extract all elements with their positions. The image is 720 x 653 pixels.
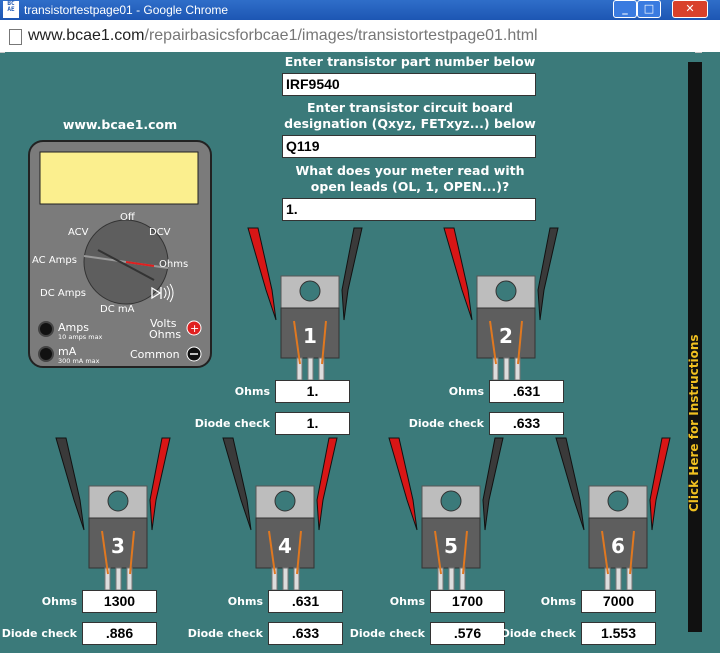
close-button[interactable]: ✕ — [672, 0, 708, 18]
transistor-4: 4 — [222, 437, 338, 591]
open-leads-label: What does your meter read with open lead… — [295, 163, 525, 194]
url-text[interactable]: www.bcae1.com/repairbasicsforbcae1/image… — [28, 27, 538, 45]
ohms-jack-label: Ohms — [149, 328, 181, 341]
ohms-input-5[interactable]: 1700 — [430, 590, 505, 613]
transistor-number: 6 — [611, 534, 625, 558]
ohms-input-3[interactable]: 1300 — [82, 590, 157, 613]
diode-check-label: Diode check — [349, 627, 425, 640]
common-label: Common — [130, 348, 180, 361]
ohms-input-1[interactable]: 1. — [275, 380, 350, 403]
ohms-input-4[interactable]: .631 — [268, 590, 343, 613]
transistor-number: 1 — [303, 324, 317, 348]
dial-dc-ma: DC mA — [100, 304, 135, 315]
diode-input-5[interactable]: .576 — [430, 622, 505, 645]
transistor-number: 5 — [444, 534, 458, 558]
app-icon: BC AE — [3, 1, 19, 18]
page-icon — [9, 29, 22, 45]
window-titlebar: BC AE transistortestpage01 - Google Chrom… — [0, 0, 720, 20]
svg-text:+: + — [190, 322, 199, 335]
page-edge — [702, 52, 720, 653]
diode-check-label: Diode check — [408, 417, 484, 430]
transistor-6: 6 — [555, 437, 671, 591]
minimize-button[interactable]: _ — [613, 0, 637, 18]
transistor-3: 3 — [55, 437, 171, 591]
ohms-label: Ohms — [448, 385, 484, 398]
site-label: www.bcae1.com — [62, 117, 178, 132]
url-path: /repairbasicsforbcae1/images/transistort… — [144, 27, 538, 44]
ohms-label: Ohms — [389, 595, 425, 608]
dial-dc-amps: DC Amps — [40, 288, 86, 299]
diode-input-1[interactable]: 1. — [275, 412, 350, 435]
diode-check-label: Diode check — [500, 627, 576, 640]
dial-ohms: Ohms — [159, 259, 188, 270]
multimeter: Off ACV DCV AC Amps Ohms DC Amps DC mA A… — [28, 140, 212, 368]
diode-input-6[interactable]: 1.553 — [581, 622, 656, 645]
dial-ac-amps: AC Amps — [32, 255, 77, 266]
dial-off: Off — [120, 212, 136, 223]
diode-check-label: Diode check — [1, 627, 77, 640]
designation-input[interactable]: Q119 — [282, 135, 536, 158]
ohms-label: Ohms — [540, 595, 576, 608]
diode-input-4[interactable]: .633 — [268, 622, 343, 645]
dial-dcv: DCV — [149, 227, 171, 238]
ohms-label: Ohms — [227, 595, 263, 608]
part-number-label: Enter transistor part number below — [284, 54, 536, 69]
transistor-2: 2 — [443, 227, 559, 381]
diode-check-label: Diode check — [187, 627, 263, 640]
transistor-number: 4 — [278, 534, 292, 558]
instructions-tab[interactable]: Click Here for Instructions — [687, 62, 702, 632]
amps-sub: 10 amps max — [58, 333, 103, 341]
diode-input-3[interactable]: .886 — [82, 622, 157, 645]
transistor-5: 5 — [388, 437, 504, 591]
part-number-input[interactable]: IRF9540 — [282, 73, 536, 96]
amps-jack — [38, 321, 54, 337]
meter-display — [39, 151, 199, 205]
diode-input-2[interactable]: .633 — [489, 412, 564, 435]
transistor-number: 2 — [499, 324, 513, 348]
designation-label: Enter transistor circuit board designati… — [284, 100, 536, 131]
diode-check-label: Diode check — [194, 417, 270, 430]
ohms-label: Ohms — [234, 385, 270, 398]
address-bar[interactable]: www.bcae1.com/repairbasicsforbcae1/image… — [0, 20, 720, 53]
ma-jack — [38, 346, 54, 362]
open-leads-input[interactable]: 1. — [282, 198, 536, 221]
window-title: transistortestpage01 - Google Chrome — [24, 3, 229, 17]
dial-acv: ACV — [68, 227, 89, 238]
ohms-input-6[interactable]: 7000 — [581, 590, 656, 613]
transistor-number: 3 — [111, 534, 125, 558]
url-domain: www.bcae1.com — [28, 27, 145, 44]
maximize-button[interactable]: □ — [637, 0, 661, 18]
ohms-label: Ohms — [41, 595, 77, 608]
ohms-input-2[interactable]: .631 — [489, 380, 564, 403]
transistor-1: 1 — [247, 227, 363, 381]
ma-sub: 300 mA max — [58, 357, 100, 365]
instructions-label: Click Here for Instructions — [687, 334, 701, 512]
